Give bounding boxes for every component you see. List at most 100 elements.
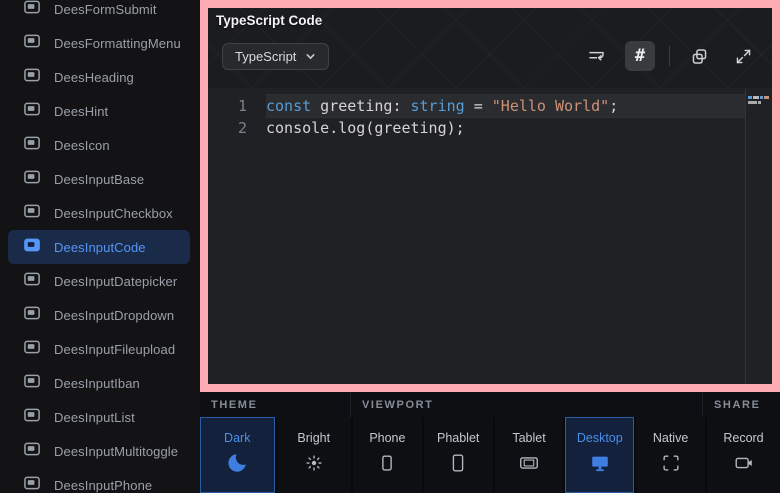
sidebar-item-deesicon[interactable]: DeesIcon (8, 128, 190, 162)
dark-button[interactable]: Dark (200, 417, 275, 493)
line-number: 2 (208, 117, 266, 139)
button-label: Native (653, 431, 688, 445)
sidebar-item-deesinputdatepicker[interactable]: DeesInputDatepicker (8, 264, 190, 298)
tablet-icon (518, 452, 540, 479)
code-line: 2console.log(greeting); (208, 117, 745, 139)
component-list: DeesFormSubmit DeesFormattingMenu DeesHead… (0, 0, 200, 493)
sidebar-item-label: DeesHeading (54, 70, 134, 85)
sidebar-item-deesinputlist[interactable]: DeesInputList (8, 400, 190, 434)
component-icon (24, 0, 41, 19)
sidebar-item-deesinputiban[interactable]: DeesInputIban (8, 366, 190, 400)
sidebar-item-deeshint[interactable]: DeesHint (8, 94, 190, 128)
line-numbers-toggle-icon[interactable]: # (625, 41, 655, 71)
bright-button[interactable]: Bright (277, 417, 352, 493)
language-select-value: TypeScript (235, 49, 296, 64)
button-label: Bright (297, 431, 330, 445)
sidebar-item-deesinputmultitoggle[interactable]: DeesInputMultitoggle (8, 434, 190, 468)
properties-panel: THEMEVIEWPORTSHARE Dark Bright Phone Phable… (200, 392, 780, 493)
phone-icon (376, 452, 398, 479)
phone-button[interactable]: Phone (353, 417, 422, 493)
button-label: Dark (224, 431, 250, 445)
sidebar-item-label: DeesInputBase (54, 172, 144, 187)
component-icon (24, 408, 41, 427)
editor-toolbar: TypeScript # (222, 41, 758, 71)
toolbar-divider (669, 46, 670, 66)
sidebar-item-deesinputbase[interactable]: DeesInputBase (8, 162, 190, 196)
component-icon (24, 340, 41, 359)
sidebar-item-label: DeesInputIban (54, 376, 140, 391)
button-label: Desktop (577, 431, 623, 445)
tablet-button[interactable]: Tablet (495, 417, 564, 493)
sidebar-item-label: DeesInputFileupload (54, 342, 175, 357)
code-line-content[interactable]: const greeting: string = "Hello World"; (266, 95, 745, 117)
demo-title: TypeScript Code (208, 8, 772, 28)
section-header-share: SHARE (703, 392, 780, 417)
component-icon (24, 136, 41, 155)
component-icon (24, 238, 41, 257)
code-line: 1const greeting: string = "Hello World"; (208, 95, 745, 117)
sidebar-item-deesformattingmenu[interactable]: DeesFormattingMenu (8, 26, 190, 60)
section-buttons-viewport: Phone Phablet Tablet Desktop Native (353, 417, 705, 493)
button-label: Phablet (437, 431, 479, 445)
section-buttons-share: Record (707, 417, 780, 493)
code-line-content[interactable]: console.log(greeting); (266, 117, 745, 139)
minimap-mark (748, 101, 764, 104)
fullscreen-icon[interactable] (728, 41, 758, 71)
sidebar-item-label: DeesInputMultitoggle (54, 444, 178, 459)
component-icon (24, 102, 41, 121)
sidebar-item-deesformsubmit[interactable]: DeesFormSubmit (8, 0, 190, 26)
component-icon (24, 34, 41, 53)
native-button[interactable]: Native (636, 417, 705, 493)
sidebar-item-label: DeesIcon (54, 138, 110, 153)
sidebar-item-deesinputdropdown[interactable]: DeesInputDropdown (8, 298, 190, 332)
button-label: Phone (369, 431, 405, 445)
record-button[interactable]: Record (707, 417, 780, 493)
component-icon (24, 306, 41, 325)
sun-icon (303, 452, 325, 479)
component-icon (24, 68, 41, 87)
sidebar-item-deesheading[interactable]: DeesHeading (8, 60, 190, 94)
demo-content: TypeScript Code TypeScript # (208, 8, 772, 384)
toolbar-icons: # (581, 41, 758, 71)
component-icon (24, 204, 41, 223)
component-icon (24, 476, 41, 493)
sidebar-item-deesinputcode[interactable]: DeesInputCode (8, 230, 190, 264)
record-icon (733, 452, 755, 479)
sidebar-item-deesinputphone[interactable]: DeesInputPhone (8, 468, 190, 493)
panel-buttons: Dark Bright Phone Phablet Tablet Desktop Nativ… (200, 417, 780, 493)
section-buttons-theme: Dark Bright (200, 417, 351, 493)
sidebar-item-label: DeesHint (54, 104, 108, 119)
sidebar-item-label: DeesInputCode (54, 240, 146, 255)
component-icon (24, 272, 41, 291)
component-sidebar: DeesFormSubmit DeesFormattingMenu DeesHead… (0, 0, 200, 493)
sidebar-item-label: DeesInputPhone (54, 478, 152, 493)
button-label: Record (723, 431, 763, 445)
demo-frame: TypeScript Code TypeScript # (200, 0, 780, 392)
code-editor[interactable]: 1const greeting: string = "Hello World";… (208, 88, 772, 384)
minimap[interactable] (745, 88, 772, 384)
minimap-mark (748, 96, 769, 99)
language-select[interactable]: TypeScript (222, 43, 329, 70)
word-wrap-icon[interactable] (581, 41, 611, 71)
section-header-theme: THEME (200, 392, 351, 417)
component-icon (24, 374, 41, 393)
code-lines: 1const greeting: string = "Hello World";… (208, 95, 745, 139)
sidebar-item-label: DeesInputList (54, 410, 135, 425)
panel-section-headers: THEMEVIEWPORTSHARE (200, 392, 780, 417)
sidebar-item-label: DeesInputDropdown (54, 308, 174, 323)
desktop-icon (589, 452, 611, 479)
chevron-down-icon (305, 51, 316, 62)
sidebar-item-label: DeesFormattingMenu (54, 36, 181, 51)
component-icon (24, 170, 41, 189)
sidebar-item-label: DeesInputDatepicker (54, 274, 177, 289)
native-icon (660, 452, 682, 479)
sidebar-item-label: DeesInputCheckbox (54, 206, 173, 221)
moon-icon (226, 452, 248, 479)
component-icon (24, 442, 41, 461)
copy-icon[interactable] (684, 41, 714, 71)
sidebar-item-deesinputcheckbox[interactable]: DeesInputCheckbox (8, 196, 190, 230)
sidebar-item-deesinputfileupload[interactable]: DeesInputFileupload (8, 332, 190, 366)
sidebar-item-label: DeesFormSubmit (54, 2, 157, 17)
desktop-button[interactable]: Desktop (565, 417, 634, 493)
phablet-button[interactable]: Phablet (424, 417, 493, 493)
